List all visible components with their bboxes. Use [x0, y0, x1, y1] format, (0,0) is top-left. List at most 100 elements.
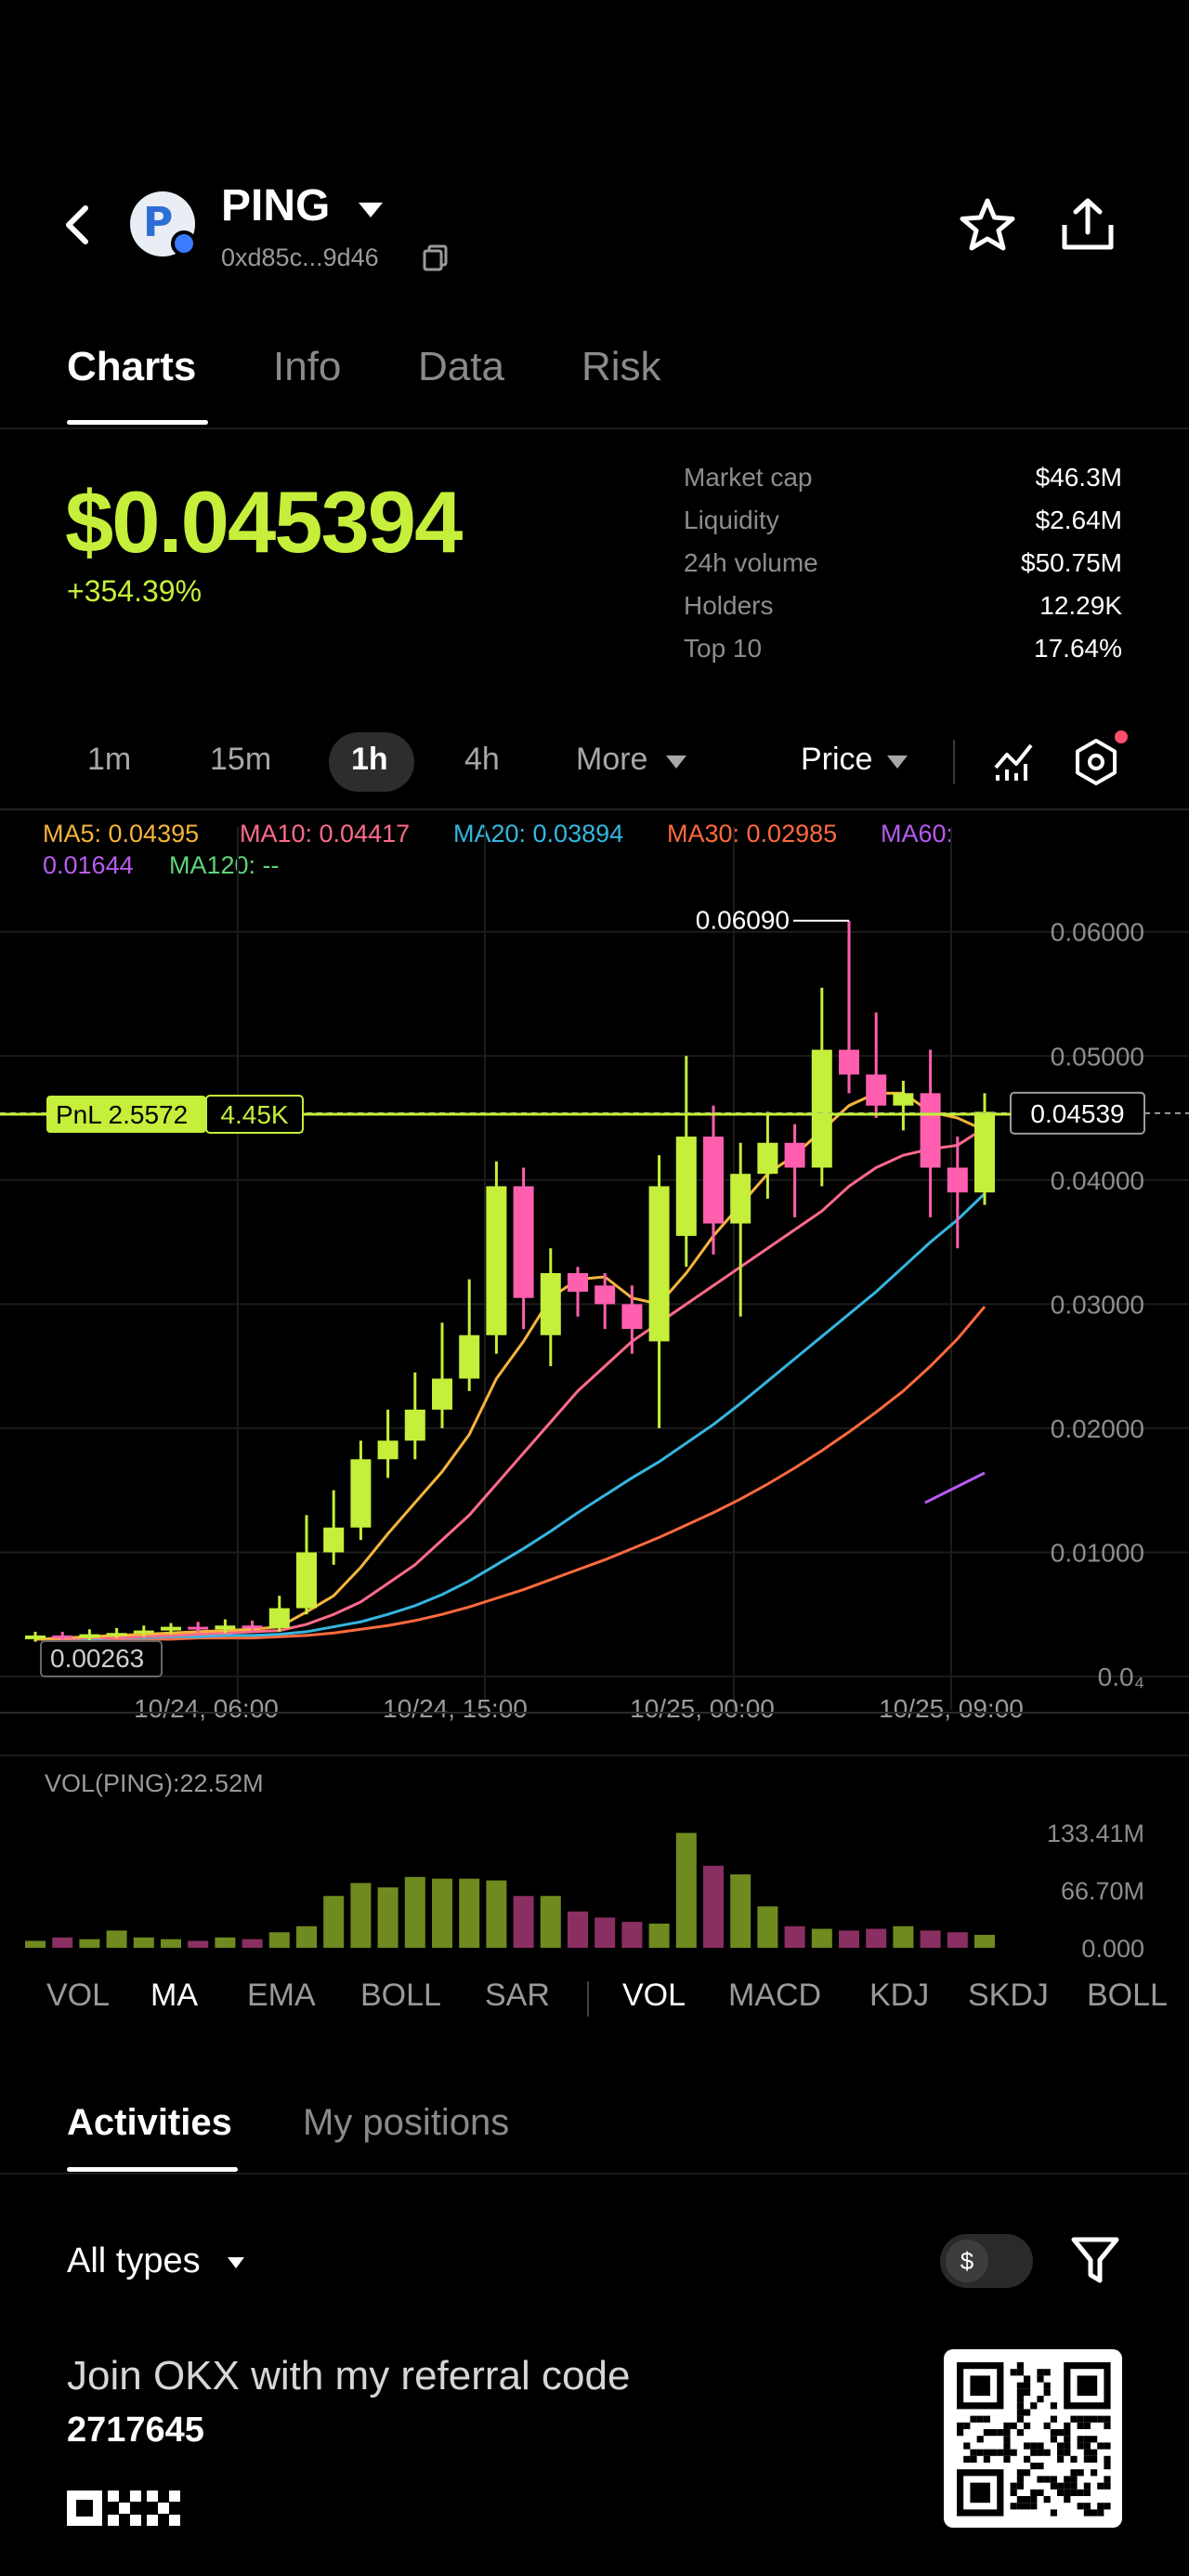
indicator-skdj[interactable]: SKDJ — [968, 1978, 1049, 2014]
qr-module — [1083, 2482, 1091, 2490]
y-tick-label: 0.02000 — [1051, 1414, 1144, 1443]
timeframe-4h[interactable]: 4h — [464, 742, 500, 778]
qr-module — [1077, 2469, 1084, 2477]
qr-module — [1057, 2482, 1065, 2490]
chart-settings-icon[interactable] — [1074, 738, 1118, 791]
qr-module — [1070, 2415, 1078, 2423]
volume-bar — [866, 1928, 887, 1948]
tab-data[interactable]: Data — [418, 344, 504, 390]
qr-module — [1064, 2422, 1071, 2429]
qr-module — [1024, 2455, 1031, 2463]
qr-module — [983, 2449, 990, 2456]
qr-module — [1016, 2388, 1024, 2396]
tab-activities[interactable]: Activities — [67, 2102, 232, 2144]
indicator-vol[interactable]: VOL — [46, 1978, 110, 2014]
qr-module — [1070, 2482, 1078, 2490]
qr-module — [1043, 2388, 1051, 2396]
qr-module — [970, 2415, 977, 2423]
qr-module — [1037, 2442, 1044, 2450]
token-logo-icon: P — [143, 199, 174, 246]
x-tick-label: 10/25, 00:00 — [630, 1694, 775, 1723]
volume-label: VOL(PING):22.52M — [45, 1769, 264, 1797]
stat-label-market-cap: Market cap — [684, 463, 813, 492]
more-caret-icon[interactable] — [665, 755, 687, 774]
qr-module — [970, 2449, 977, 2456]
tab-info[interactable]: Info — [273, 344, 341, 390]
current-price: $0.045394 — [65, 473, 463, 571]
token-avatar: P — [130, 191, 197, 256]
indicator-divider — [587, 1981, 589, 2017]
qr-module — [970, 2375, 990, 2396]
currency-toggle[interactable]: $ — [940, 2234, 1033, 2288]
indicator-boll-sub[interactable]: BOLL — [1087, 1978, 1168, 2014]
indicator-sar[interactable]: SAR — [485, 1978, 550, 2014]
timeframe-15m[interactable]: 15m — [210, 742, 271, 778]
indicator-boll[interactable]: BOLL — [360, 1978, 441, 2014]
qr-module — [1070, 2489, 1078, 2496]
qr-module — [1043, 2382, 1051, 2389]
referral-qr-code — [944, 2349, 1122, 2528]
divider — [0, 427, 1189, 429]
back-button[interactable] — [54, 197, 100, 253]
candle-body — [268, 1608, 290, 1628]
qr-module — [1083, 2455, 1091, 2463]
qr-module — [957, 2422, 964, 2429]
qr-module — [1024, 2375, 1031, 2383]
qr-module — [1016, 2402, 1024, 2410]
indicator-kdj[interactable]: KDJ — [869, 1978, 929, 2014]
indicator-ema[interactable]: EMA — [247, 1978, 316, 2014]
candle-body — [947, 1167, 968, 1193]
indicator-vol-sub[interactable]: VOL — [622, 1978, 686, 2014]
indicator-ma[interactable]: MA — [150, 1978, 198, 2014]
favorite-star-icon[interactable] — [957, 195, 1018, 256]
volume-bar — [811, 1928, 832, 1948]
volume-bar — [242, 1939, 263, 1948]
type-filter-caret-icon[interactable] — [227, 2256, 245, 2274]
qr-module — [1064, 2476, 1071, 2483]
qr-module — [1070, 2469, 1078, 2477]
stat-value-top10: 17.64% — [1034, 634, 1122, 663]
filter-icon[interactable] — [1070, 2234, 1120, 2286]
timeframe-1h[interactable]: 1h — [351, 742, 388, 778]
tab-charts[interactable]: Charts — [67, 344, 196, 390]
qr-module — [1070, 2476, 1078, 2483]
indicator-macd[interactable]: MACD — [728, 1978, 821, 2014]
candle-body — [323, 1527, 345, 1553]
qr-module — [963, 2442, 971, 2450]
y-tick-label: 0.03000 — [1051, 1290, 1144, 1319]
price-mode-caret-icon[interactable] — [886, 755, 908, 774]
stat-value-market-cap: $46.3M — [1035, 463, 1122, 492]
volume-bar — [133, 1937, 154, 1948]
candle-body — [106, 1633, 127, 1636]
volume-bar — [161, 1939, 181, 1948]
qr-module — [1077, 2503, 1084, 2510]
qr-module — [997, 2429, 1004, 2437]
price-mode-select[interactable]: Price — [801, 742, 872, 778]
qr-module — [1016, 2415, 1024, 2423]
tab-my-positions[interactable]: My positions — [303, 2102, 509, 2144]
candle-body — [52, 1635, 73, 1638]
token-dropdown-icon[interactable] — [357, 201, 385, 224]
tab-risk[interactable]: Risk — [581, 344, 661, 390]
qr-module — [1077, 2489, 1084, 2496]
qr-module — [1037, 2396, 1044, 2403]
share-icon[interactable] — [1057, 193, 1118, 255]
copy-icon[interactable] — [422, 243, 450, 271]
timeframe-1m[interactable]: 1m — [87, 742, 131, 778]
qr-module — [1064, 2436, 1071, 2443]
token-name[interactable]: PING — [221, 180, 330, 231]
timeframe-more[interactable]: More — [576, 742, 647, 778]
chart-drawing-icon[interactable] — [992, 738, 1035, 789]
volume-bar — [268, 1932, 290, 1948]
toolbar-divider — [953, 740, 955, 784]
volume-tick-label: 66.70M — [1061, 1877, 1144, 1905]
volume-chart[interactable]: VOL(PING):22.52M 133.41M 66.70M 0.000 — [0, 1756, 1189, 1961]
qr-module — [1097, 2509, 1104, 2517]
qr-module — [983, 2455, 990, 2463]
price-chart[interactable]: 0.06000 0.05000 0.04000 0.03000 0.02000 0.010… — [0, 808, 1189, 1738]
qr-module — [1097, 2503, 1104, 2510]
type-filter-select[interactable]: All types — [67, 2241, 201, 2281]
qr-module — [1016, 2362, 1024, 2370]
pnl-amount: 4.45K — [220, 1100, 288, 1129]
qr-module — [1064, 2496, 1071, 2504]
